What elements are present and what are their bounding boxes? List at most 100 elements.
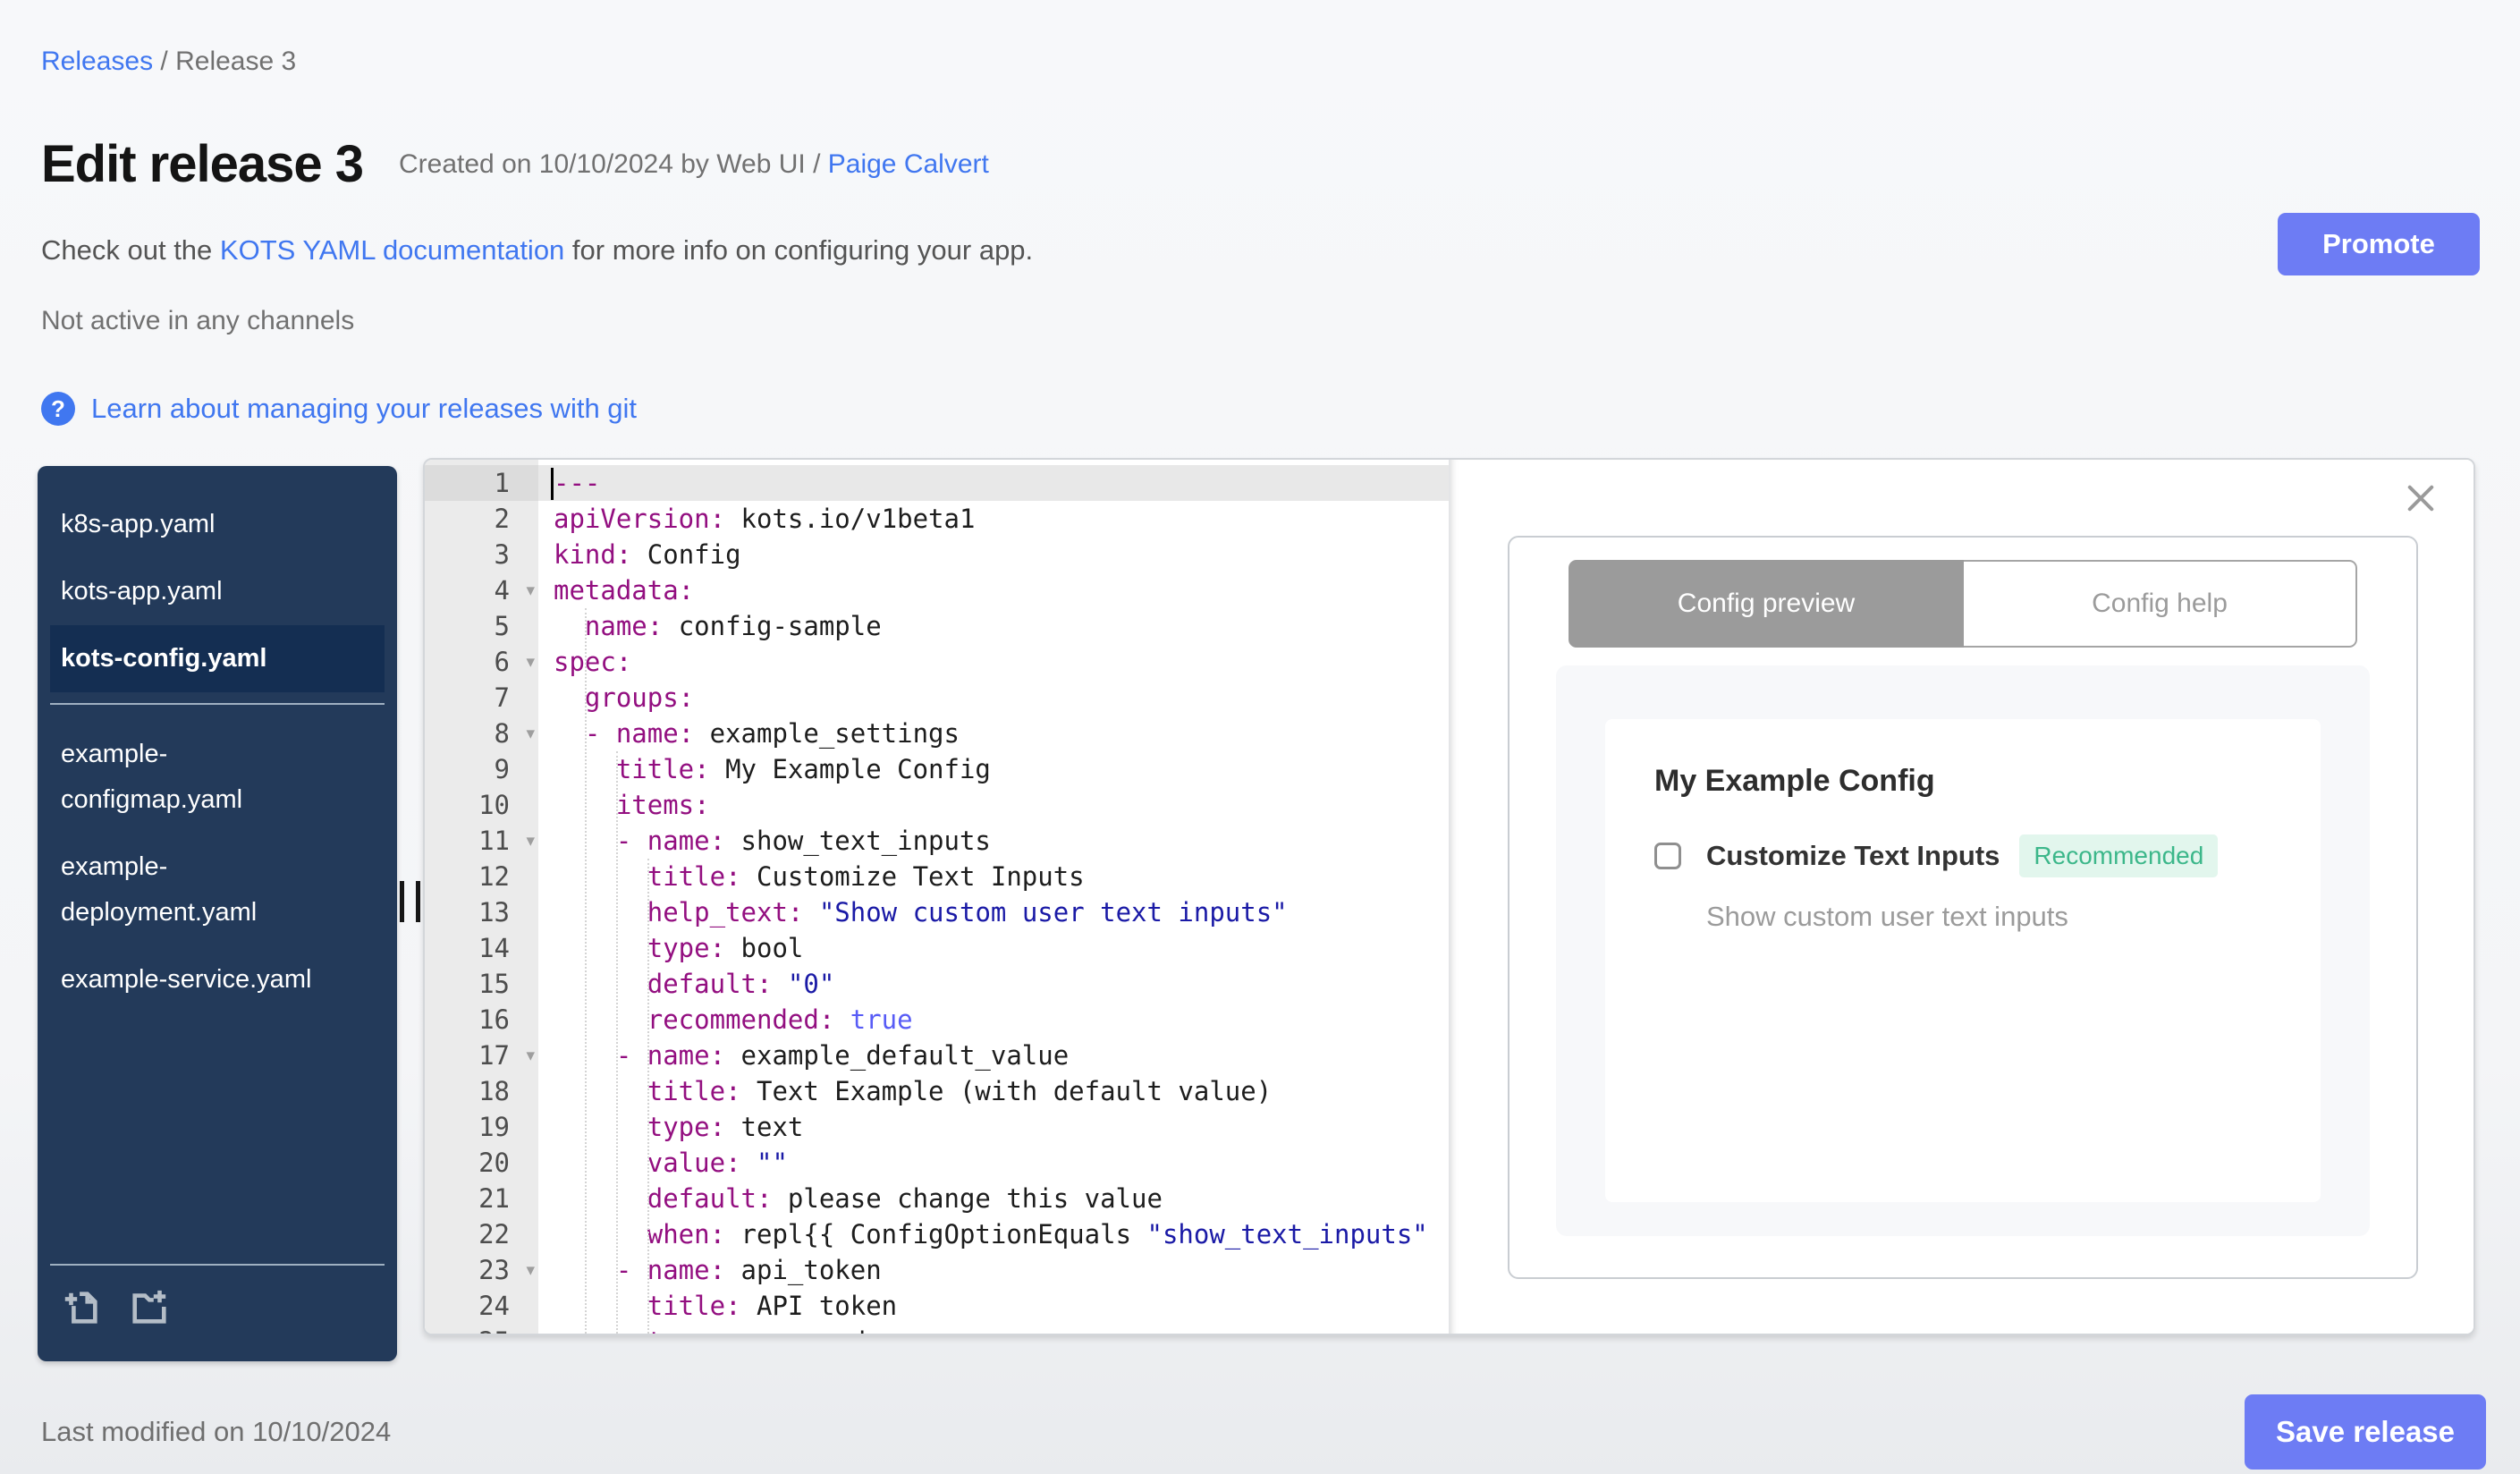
fold-arrow-icon[interactable]: ▾: [526, 824, 535, 860]
file-item[interactable]: k8s-app.yaml: [50, 491, 385, 558]
kots-yaml-doc-link[interactable]: KOTS YAML documentation: [220, 234, 564, 266]
line-number: 12: [478, 861, 510, 892]
line-number: 11 ▾: [425, 823, 538, 859]
file-list-primary: k8s-app.yaml kots-app.yaml kots-config.yam…: [38, 466, 397, 692]
config-option-label: Customize Text Inputs: [1706, 840, 2000, 871]
git-help-row: ? Learn about managing your releases wit…: [41, 392, 637, 426]
code-line: default: "0": [647, 969, 835, 999]
tab-config-preview[interactable]: Config preview: [1569, 560, 1964, 648]
code-line: - name: example_settings: [584, 718, 960, 749]
code-line: kind: Config: [554, 539, 741, 570]
code-line: title: My Example Config: [615, 754, 991, 784]
yaml-editor[interactable]: 1 2 3 4 ▾ 5 6 ▾ 7 8 ▾ 9 10 11 ▾ 12 13 14 15 16 17 ▾ 18 19 20 21 22…: [425, 460, 1449, 1334]
git-releases-link[interactable]: Learn about managing your releases with …: [91, 393, 637, 425]
new-folder-icon: [132, 1290, 166, 1324]
config-option-help: Show custom user text inputs: [1706, 901, 2068, 932]
file-item[interactable]: example-deployment.yaml: [50, 834, 385, 946]
fold-arrow-icon[interactable]: ▾: [526, 573, 535, 609]
code-line: title: Text Example (with default value): [647, 1076, 1273, 1106]
line-number: 5: [494, 611, 510, 641]
config-group-card: My Example Config Customize Text Inputs …: [1605, 719, 2321, 1202]
code-line: help_text: "Show custom user text inputs…: [647, 897, 1288, 928]
close-icon: [2407, 485, 2434, 512]
sidebar-resize-handle[interactable]: [400, 881, 420, 922]
fold-arrow-icon[interactable]: ▾: [526, 1038, 535, 1074]
question-icon[interactable]: ?: [41, 392, 75, 426]
file-item[interactable]: example-service.yaml: [50, 946, 385, 1013]
code-line: title: API token: [647, 1291, 898, 1321]
recommended-badge: Recommended: [2019, 834, 2219, 877]
config-group-title: My Example Config: [1654, 764, 1935, 798]
fold-arrow-icon[interactable]: ▾: [526, 1253, 535, 1289]
title-row: Edit release 3 Created on 10/10/2024 by …: [41, 134, 989, 194]
code-line: recommended: true: [647, 1004, 913, 1035]
fold-arrow-icon[interactable]: ▾: [526, 716, 535, 752]
line-number: 7: [494, 682, 510, 713]
code-line: - name: example_default_value: [615, 1040, 1070, 1071]
code-line: spec:: [554, 647, 632, 677]
new-file-button[interactable]: [61, 1287, 102, 1331]
doc-info-text: Check out the KOTS YAML documentation fo…: [41, 234, 1033, 267]
line-number: 3: [494, 539, 510, 570]
file-sidebar: k8s-app.yaml kots-app.yaml kots-config.yam…: [38, 466, 397, 1361]
file-item[interactable]: kots-config.yaml: [50, 625, 385, 692]
editor-code-lines[interactable]: --- apiVersion: kots.io/v1beta1 kind: Conf…: [538, 460, 1449, 1334]
text-cursor: [551, 468, 554, 500]
sidebar-divider: [50, 703, 385, 705]
code-line: when: repl{{ ConfigOptionEquals "show_te…: [647, 1219, 1428, 1250]
breadcrumb-releases-link[interactable]: Releases: [41, 47, 153, 76]
line-number: 22: [478, 1219, 510, 1250]
line-number: 6 ▾: [425, 644, 538, 680]
line-number: 20: [478, 1148, 510, 1178]
code-line: type: bool: [647, 933, 804, 963]
channel-status: Not active in any channels: [41, 306, 355, 335]
workspace: 1 2 3 4 ▾ 5 6 ▾ 7 8 ▾ 9 10 11 ▾ 12 13 14 15 16 17 ▾ 18 19 20 21 22…: [423, 458, 2475, 1335]
page-title: Edit release 3: [41, 135, 364, 193]
new-folder-button[interactable]: [129, 1287, 170, 1331]
code-line: name: config-sample: [584, 611, 882, 641]
code-line: type: password: [538, 1324, 1449, 1334]
last-modified-text: Last modified on 10/10/2024: [41, 1416, 392, 1447]
code-line: - name: api_token: [615, 1255, 882, 1285]
line-number: 8 ▾: [425, 716, 538, 751]
line-number: 16: [478, 1004, 510, 1035]
author-link[interactable]: Paige Calvert: [828, 149, 989, 179]
breadcrumb-separator: /: [153, 47, 176, 76]
indent-guide: [647, 859, 649, 1334]
close-button[interactable]: [2402, 479, 2440, 520]
preview-body: My Example Config Customize Text Inputs …: [1556, 665, 2370, 1236]
config-preview-panel: Config preview Config help My Example Co…: [1508, 536, 2418, 1279]
editor-gutter: 1 2 3 4 ▾ 5 6 ▾ 7 8 ▾ 9 10 11 ▾ 12 13 14 15 16 17 ▾ 18 19 20 21 22…: [425, 460, 538, 1334]
save-release-button[interactable]: Save release: [2245, 1394, 2486, 1470]
line-number: 2: [494, 504, 510, 534]
line-number: 24: [478, 1291, 510, 1321]
doc-text-after: for more info on configuring your app.: [564, 234, 1034, 266]
code-line: ---: [538, 465, 1449, 501]
code-line: title: Customize Text Inputs: [647, 861, 1085, 892]
line-number: 18: [478, 1076, 510, 1106]
fold-arrow-icon[interactable]: ▾: [526, 645, 535, 681]
line-number: 17 ▾: [425, 1038, 538, 1073]
config-preview-pane: Config preview Config help My Example Co…: [1449, 460, 2473, 1334]
file-item[interactable]: example-configmap.yaml: [50, 721, 385, 834]
line-number: 15: [478, 969, 510, 999]
line-number: 23 ▾: [425, 1252, 538, 1288]
promote-button[interactable]: Promote: [2278, 213, 2480, 275]
doc-text-before: Check out the: [41, 234, 220, 266]
tab-config-help[interactable]: Config help: [1964, 560, 2357, 648]
line-number: 1: [425, 465, 538, 501]
code-line: value: "": [647, 1148, 788, 1178]
file-item[interactable]: kots-app.yaml: [50, 558, 385, 625]
line-number: 9: [494, 754, 510, 784]
indent-guide: [616, 751, 618, 1334]
breadcrumb-current: Release 3: [175, 47, 297, 76]
preview-tabs: Config preview Config help: [1569, 560, 2357, 648]
sidebar-footer: [50, 1264, 385, 1361]
line-number: 21: [478, 1183, 510, 1214]
line-number: 4 ▾: [425, 572, 538, 608]
customize-text-inputs-checkbox[interactable]: [1654, 843, 1681, 869]
code-line: type: text: [647, 1112, 804, 1142]
new-file-icon: [64, 1292, 97, 1324]
indent-guide: [585, 608, 587, 1334]
file-list-secondary: example-configmap.yaml example-deployment…: [38, 716, 397, 1013]
